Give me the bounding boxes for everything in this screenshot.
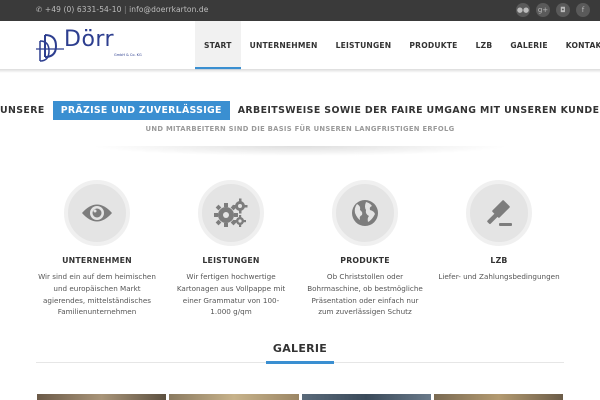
tagline-subline: UND MITARBEITERN SIND DIE BASIS FÜR UNSE…: [145, 125, 455, 133]
feature-description: Ob Christstollen oder Bohrmaschine, ob b…: [307, 272, 423, 317]
galerie-thumbnail[interactable]: [433, 394, 563, 400]
feature-description: Liefer- und Zahlungsbedingungen: [438, 272, 560, 281]
galerie-heading: GALERIE: [272, 342, 328, 355]
nav-lzb[interactable]: LZB: [467, 21, 502, 69]
galerie-thumbnail[interactable]: [37, 394, 167, 400]
nav-start[interactable]: START: [195, 21, 241, 70]
phone-icon: ✆: [36, 5, 43, 14]
tagline-before: UNSERE: [0, 105, 45, 116]
nav-galerie[interactable]: GALERIE: [501, 21, 556, 69]
google-plus-icon[interactable]: g+: [536, 3, 550, 17]
feature-lzb: LZB Liefer- und Zahlungsbedingungen: [432, 180, 566, 283]
logo-text: Dörr: [64, 27, 115, 52]
feature-title[interactable]: LZB: [432, 256, 566, 265]
logo-subtitle: GmbH & Co. KG: [114, 53, 142, 57]
top-bar: ✆ +49 (0) 6331-54-10 | info@doerrkarton.…: [0, 0, 600, 21]
contact-info: ✆ +49 (0) 6331-54-10 | info@doerrkarton.…: [36, 5, 209, 14]
feature-unternehmen: UNTERNEHMEN Wir sind ein auf dem heimisc…: [30, 180, 164, 318]
social-links: ●● g+ ◘ f: [516, 3, 590, 17]
eye-icon: [82, 204, 112, 222]
globe-icon: [352, 200, 378, 226]
header-shadow: [0, 69, 600, 73]
gavel-icon: [487, 200, 512, 226]
tagline: UNSERE PRÄZISE UND ZUVERLÄSSIGE ARBEITSW…: [0, 100, 600, 120]
feature-icon-circle[interactable]: [466, 180, 532, 246]
galerie-thumbnail[interactable]: [301, 394, 431, 400]
feature-icon-circle[interactable]: [198, 180, 264, 246]
facebook-icon[interactable]: f: [576, 3, 590, 17]
nav-produkte[interactable]: PRODUKTE: [400, 21, 466, 69]
feature-icon-circle[interactable]: [332, 180, 398, 246]
feature-icon-circle[interactable]: [64, 180, 130, 246]
contact-separator: |: [123, 5, 127, 14]
nav-unternehmen[interactable]: UNTERNEHMEN: [241, 21, 327, 69]
feature-description: Wir fertigen hochwertige Kartonagen aus …: [176, 272, 286, 317]
logo-mark-icon: [36, 34, 64, 62]
galerie-thumbnails: [37, 394, 563, 400]
logo[interactable]: Dörr GmbH & Co. KG: [36, 27, 186, 65]
main-nav: START UNTERNEHMEN LEISTUNGEN PRODUKTE LZ…: [195, 21, 600, 70]
tagline-highlight: PRÄZISE UND ZUVERLÄSSIGE: [52, 101, 230, 120]
feature-description: Wir sind ein auf dem heimischen und euro…: [38, 272, 156, 317]
feature-leistungen: LEISTUNGEN Wir fertigen hochwertige Kart…: [164, 180, 298, 318]
feature-title[interactable]: UNTERNEHMEN: [30, 256, 164, 265]
gears-icon: [214, 198, 248, 227]
phone-number[interactable]: +49 (0) 6331-54-10: [45, 5, 122, 14]
nav-kontakt[interactable]: KONTAKT: [557, 21, 600, 69]
nav-leistungen[interactable]: LEISTUNGEN: [327, 21, 401, 69]
section-divider: [90, 146, 510, 156]
galerie-underline: [266, 361, 334, 364]
feature-produkte: PRODUKTE Ob Christstollen oder Bohrmasch…: [298, 180, 432, 318]
feature-title[interactable]: PRODUKTE: [298, 256, 432, 265]
tagline-after: ARBEITSWEISE SOWIE DER FAIRE UMGANG MIT …: [237, 105, 600, 116]
feature-title[interactable]: LEISTUNGEN: [164, 256, 298, 265]
email-link[interactable]: info@doerrkarton.de: [129, 5, 208, 14]
galerie-thumbnail[interactable]: [169, 394, 299, 400]
flickr-icon[interactable]: ●●: [516, 3, 530, 17]
site-header: Dörr GmbH & Co. KG START UNTERNEHMEN LEI…: [0, 21, 600, 70]
instagram-icon[interactable]: ◘: [556, 3, 570, 17]
